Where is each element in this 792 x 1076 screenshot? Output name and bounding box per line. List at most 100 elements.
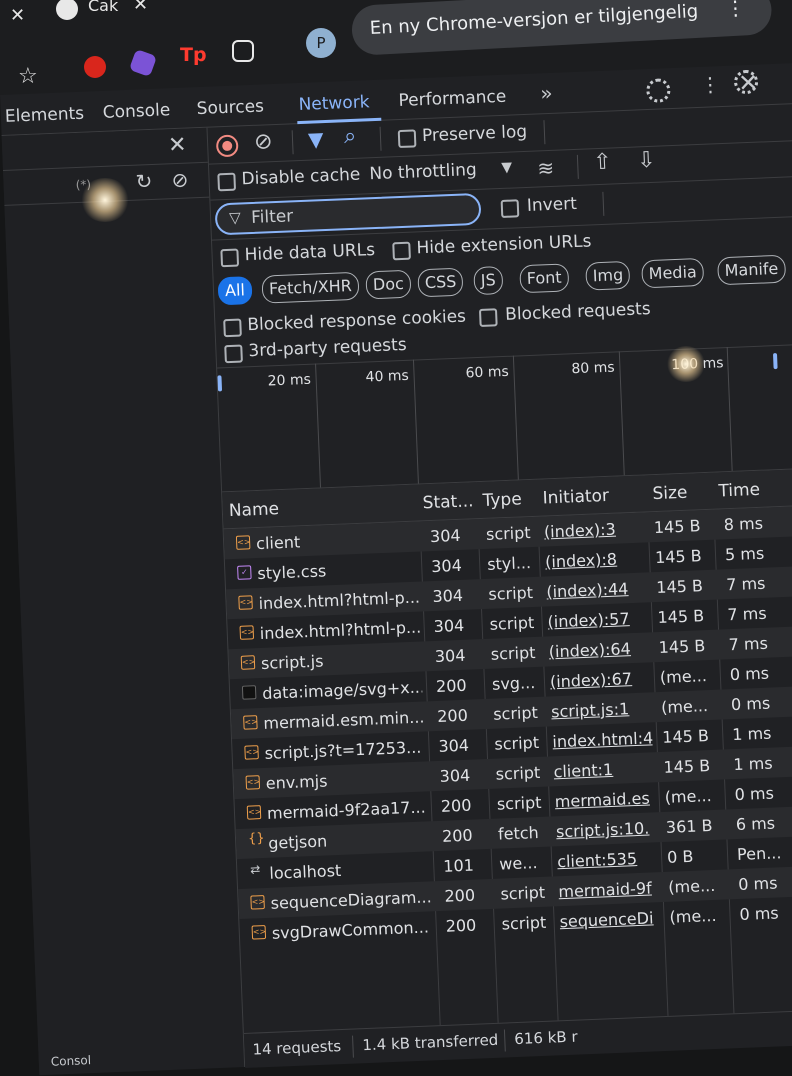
cell-initiator[interactable]: index.html:4 <box>552 728 653 751</box>
cell-type: svg... <box>491 673 536 694</box>
invert-label: Invert <box>526 193 578 216</box>
avatar[interactable]: P <box>306 28 336 58</box>
filter-chip-css[interactable]: CSS <box>417 267 464 298</box>
cell-size: (me... <box>659 666 708 687</box>
filter-input[interactable]: ▽ Filter <box>214 192 482 236</box>
cell-initiator[interactable]: (index):8 <box>545 548 646 572</box>
hide-extension-urls-checkbox[interactable] <box>392 241 411 261</box>
filter-chip-js[interactable]: JS <box>473 265 504 296</box>
cell-initiator[interactable]: client:1 <box>553 758 654 781</box>
tab-network[interactable]: Network <box>298 92 370 115</box>
transferred-size: 1.4 kB transferred <box>362 1030 499 1055</box>
cell-initiator[interactable]: script.js:10. <box>556 818 657 842</box>
script-file-icon: <> <box>235 535 251 550</box>
separator <box>543 120 546 145</box>
tab-elements[interactable]: Elements <box>4 104 84 127</box>
cell-initiator[interactable]: sequenceDi <box>559 908 660 931</box>
cell-initiator[interactable]: (index):67 <box>550 668 651 691</box>
throttling-select[interactable]: No throttling <box>369 160 477 184</box>
disable-cache-checkbox[interactable] <box>217 172 237 192</box>
cell-initiator[interactable]: (index):64 <box>548 638 649 661</box>
blocked-response-cookies-checkbox[interactable] <box>223 318 242 338</box>
more-tabs-icon[interactable]: » <box>540 81 553 105</box>
cell-initiator[interactable]: (index):57 <box>547 608 648 631</box>
cell-name: script.js?t=17253... <box>264 737 422 763</box>
cell-time: 7 ms <box>727 603 767 625</box>
column-header-initiator[interactable]: Initiator <box>542 486 609 509</box>
preserve-log-checkbox[interactable] <box>397 129 417 149</box>
third-party-checkbox[interactable] <box>224 344 243 364</box>
extension-red-icon[interactable] <box>84 56 106 78</box>
cell-initiator[interactable]: script.js:1 <box>551 698 652 721</box>
filter-chip-manifest[interactable]: Manife <box>717 254 786 286</box>
block-icon[interactable]: ⊘ <box>171 168 189 193</box>
timeline-left-handle[interactable] <box>217 375 223 392</box>
timeline-right-handle[interactable] <box>772 353 778 370</box>
column-header-time[interactable]: Time <box>718 480 760 502</box>
filter-chip-media[interactable]: Media <box>641 257 705 289</box>
script-file-icon: <> <box>245 775 260 790</box>
import-har-icon[interactable]: ⇧ <box>593 150 612 176</box>
cell-time: 5 ms <box>724 543 765 565</box>
filter-icon: ▽ <box>228 208 242 227</box>
cell-initiator[interactable]: mermaid.es <box>554 788 655 811</box>
gridline <box>618 351 625 476</box>
close-icon[interactable]: ✕ <box>168 133 187 159</box>
settings-gear-icon[interactable] <box>645 78 671 104</box>
network-panel: ⊘ ▼ ⌕ Preserve log Disable cache No thro… <box>207 69 792 1068</box>
cell-initiator[interactable]: client:535 <box>557 848 658 871</box>
bookmark-star-icon[interactable]: ☆ <box>18 64 38 89</box>
cell-name: localhost <box>269 860 342 883</box>
tab-title[interactable]: Cak <box>88 0 118 15</box>
cell-name: index.html?html-p... <box>259 617 421 643</box>
cell-initiator[interactable]: mermaid-9f <box>558 878 659 901</box>
tab-performance[interactable]: Performance <box>398 87 506 111</box>
tab-console[interactable]: Console <box>102 100 170 123</box>
cell-time: 0 ms <box>729 663 770 685</box>
more-menu-icon[interactable]: ⋮ <box>725 0 746 20</box>
cell-size: 145 B <box>655 576 704 598</box>
filter-chip-font[interactable]: Font <box>519 263 570 294</box>
cell-type: script <box>494 732 540 754</box>
filter-chip-all[interactable]: All <box>217 276 253 306</box>
filter-chip-fetch-xhr[interactable]: Fetch/XHR <box>261 271 360 304</box>
column-header-size[interactable]: Size <box>652 483 688 504</box>
extension-purple-icon[interactable] <box>128 48 158 78</box>
close-icon[interactable]: ✕ <box>10 5 25 26</box>
extensions-puzzle-icon[interactable] <box>232 40 254 62</box>
chevron-down-icon[interactable]: ▼ <box>501 160 512 176</box>
tab-sources[interactable]: Sources <box>196 96 264 119</box>
search-icon[interactable]: ⌕ <box>343 124 356 149</box>
github-icon <box>56 0 78 20</box>
cell-size: 145 B <box>661 726 710 747</box>
cell-initiator[interactable]: (index):3 <box>544 519 645 542</box>
record-icon[interactable] <box>215 134 239 158</box>
network-conditions-icon[interactable]: ≋ <box>537 156 555 181</box>
cell-time: 7 ms <box>728 633 769 655</box>
cell-time: 1 ms <box>731 723 772 745</box>
left-panel: ✕ (*) ↻ ⊘ Consol <box>1 127 246 1076</box>
cell-initiator[interactable]: (index):44 <box>546 578 647 601</box>
kebab-menu-icon[interactable]: ⋮ <box>700 72 721 97</box>
hide-data-urls-checkbox[interactable] <box>220 248 240 268</box>
filter-chip-img[interactable]: Img <box>585 260 631 291</box>
filter-chip-doc[interactable]: Doc <box>365 269 412 300</box>
cell-size: 145 B <box>653 516 701 538</box>
clear-icon[interactable]: ⊘ <box>254 129 273 155</box>
reload-icon[interactable]: ↻ <box>135 169 153 194</box>
cell-status: 200 <box>441 825 474 846</box>
export-har-icon[interactable]: ⇩ <box>637 148 656 174</box>
blocked-requests-checkbox[interactable] <box>478 308 498 327</box>
invert-checkbox[interactable] <box>500 199 520 218</box>
tab-close-icon[interactable]: ✕ <box>133 0 148 15</box>
cell-status: 304 <box>430 555 463 577</box>
resources-size: 616 kB r <box>513 1027 578 1049</box>
update-banner[interactable]: En ny Chrome-versjon er tilgjengelig ⋮ <box>350 0 773 56</box>
cell-type: script <box>500 882 546 904</box>
filter-icon[interactable]: ▼ <box>308 127 324 152</box>
column-header-type[interactable]: Type <box>482 489 522 511</box>
extension-tp-icon[interactable]: Tp <box>180 44 207 66</box>
cell-size: (me... <box>667 875 716 897</box>
column-header-status[interactable]: Stat... <box>422 491 474 513</box>
column-header-name[interactable]: Name <box>228 499 279 521</box>
